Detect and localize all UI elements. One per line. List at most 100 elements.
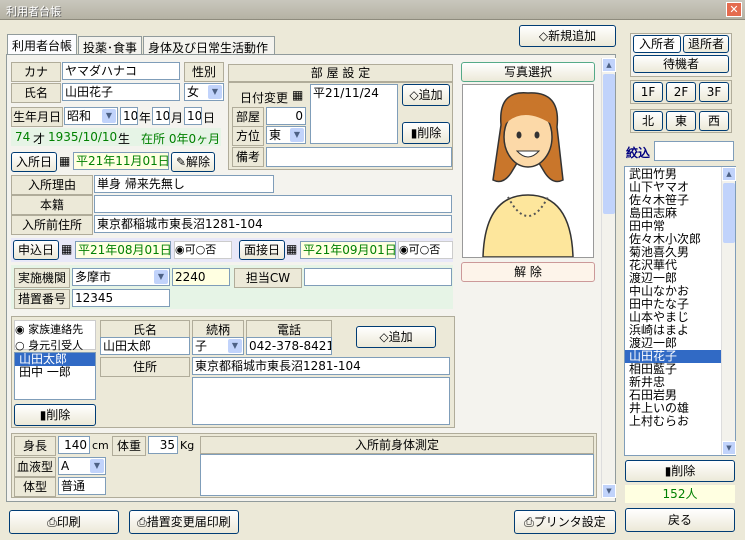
cw-field[interactable] (304, 268, 452, 286)
contact-list[interactable]: 山田太郎 田中 一郎 (14, 352, 96, 400)
birth-month-field[interactable]: 10 (152, 107, 170, 125)
blood-type-select[interactable]: A (58, 457, 106, 475)
admission-release-button[interactable]: ✎解除 (171, 152, 215, 172)
resident-item[interactable]: 菊池喜久男 (625, 246, 721, 259)
resident-item[interactable]: 山本やまじ (625, 311, 721, 324)
interview-date-button[interactable]: 面接日 (239, 240, 285, 260)
contact-tel-field[interactable]: 042-378-8421 (246, 337, 332, 355)
direction-select[interactable]: 東 (266, 126, 306, 144)
kana-field[interactable]: ヤマダハナコ (62, 62, 180, 80)
application-result[interactable]: ◉可○否 (174, 241, 232, 259)
calendar-icon[interactable]: ▦ (292, 88, 303, 102)
measure-number-field[interactable]: 12345 (72, 289, 170, 307)
resident-item[interactable]: 相田藍子 (625, 363, 721, 376)
main-scrollbar[interactable]: ▲ ▼ (601, 58, 616, 498)
application-date-button[interactable]: 申込日 (13, 240, 59, 260)
sex-select[interactable]: 女 (184, 83, 224, 101)
radio-guarantor[interactable]: ○ 身元引受人 (15, 337, 95, 353)
resident-item[interactable]: 佐々木笹子 (625, 194, 721, 207)
floor-2f-button[interactable]: 2F (666, 82, 696, 102)
filter-input[interactable] (654, 141, 734, 161)
photo-select-button[interactable]: 写真選択 (461, 62, 595, 82)
room-history-item[interactable]: 平21/11/24 (313, 85, 395, 101)
contact-address-field[interactable]: 東京都稲城市東長沼1281-104 (192, 357, 450, 375)
name-field[interactable]: 山田花子 (62, 83, 180, 101)
resident-item[interactable]: 石田岩男 (625, 389, 721, 402)
radio-selected[interactable]: ◉ (399, 243, 409, 256)
contact-relation-select[interactable]: 子 (192, 337, 244, 355)
scroll-thumb[interactable] (603, 74, 615, 214)
tab-medication[interactable]: 投薬･食事 (78, 36, 142, 56)
tab-daily-living[interactable]: 身体及び日常生活動作 (143, 36, 275, 56)
scroll-thumb[interactable] (723, 183, 735, 243)
body-type-field[interactable]: 普通 (58, 477, 106, 495)
contact-delete-button[interactable]: ▮削除 (14, 404, 96, 426)
resident-list[interactable]: 武田竹男 山下ヤマオ 佐々木笹子 島田志麻 田中常 佐々木小次郎 菊池喜久男 花沢華代 渡辺一郎… (624, 166, 736, 456)
photo-release-button[interactable]: 解 除 (461, 262, 595, 282)
floor-1f-button[interactable]: 1F (633, 82, 663, 102)
interview-date-field[interactable]: 平21年09月01日 (300, 241, 396, 259)
resident-delete-button[interactable]: ▮削除 (625, 460, 735, 482)
resident-item[interactable]: 田中たな子 (625, 298, 721, 311)
resident-item[interactable]: 浜崎はまよ (625, 324, 721, 337)
resident-item[interactable]: 中山なかお (625, 285, 721, 298)
agency-select[interactable]: 多摩市 (72, 268, 170, 286)
resident-item[interactable]: 上村むらお (625, 415, 721, 428)
floor-3f-button[interactable]: 3F (699, 82, 729, 102)
printer-settings-button[interactable]: ⎙プリンタ設定 (514, 510, 616, 534)
room-delete-button[interactable]: ▮削除 (402, 122, 450, 144)
calendar-icon[interactable]: ▦ (59, 154, 70, 168)
resident-item[interactable]: 島田志麻 (625, 207, 721, 220)
resident-item[interactable]: 新井忠 (625, 376, 721, 389)
application-date-field[interactable]: 平21年08月01日 (75, 241, 171, 259)
calendar-icon[interactable]: ▦ (61, 242, 72, 256)
resident-item[interactable]: 佐々木小次郎 (625, 233, 721, 246)
measure-print-button[interactable]: ⎙措置変更届印刷 (129, 510, 239, 534)
status-resident-button[interactable]: 入所者 (633, 35, 681, 53)
remarks-field[interactable] (266, 147, 452, 167)
era-select[interactable]: 昭和 (64, 107, 118, 125)
pre-admission-measure-field[interactable] (200, 454, 594, 496)
contact-item[interactable]: 山田太郎 (15, 353, 95, 366)
contact-item[interactable]: 田中 一郎 (15, 366, 95, 379)
status-discharged-button[interactable]: 退所者 (683, 35, 729, 53)
birth-day-field[interactable]: 10 (184, 107, 202, 125)
prev-address-field[interactable]: 東京都稲城市東長沼1281-104 (94, 215, 452, 233)
room-history-list[interactable]: 平21/11/24 (310, 84, 398, 144)
honseki-field[interactable] (94, 195, 452, 213)
close-button[interactable]: ✕ (726, 2, 742, 17)
new-add-button[interactable]: ◇新規追加 (519, 25, 616, 47)
agency-code-field[interactable]: 2240 (172, 268, 230, 286)
contact-address-extra[interactable] (192, 377, 450, 425)
birth-year-field[interactable]: 10 (120, 107, 138, 125)
interview-result[interactable]: ◉可○否 (398, 241, 453, 259)
tab-register[interactable]: 利用者台帳 (7, 34, 77, 56)
resident-item[interactable]: 渡辺一郎 (625, 337, 721, 350)
resident-item[interactable]: 花沢華代 (625, 259, 721, 272)
direction-west-button[interactable]: 西 (699, 111, 729, 131)
admission-date-field[interactable]: 平21年11月01日 (73, 152, 169, 170)
calendar-icon[interactable]: ▦ (286, 242, 297, 256)
resident-item[interactable]: 山下ヤマオ (625, 181, 721, 194)
back-button[interactable]: 戻る (625, 508, 735, 532)
resident-item[interactable]: 渡辺一郎 (625, 272, 721, 285)
radio-selected[interactable]: ◉ (175, 243, 185, 256)
reason-field[interactable]: 単身 帰来先無し (94, 175, 274, 193)
room-add-button[interactable]: ◇追加 (402, 84, 450, 106)
print-button[interactable]: ⎙印刷 (9, 510, 119, 534)
resident-item[interactable]: 山田花子 (625, 350, 721, 363)
height-field[interactable]: 140 (58, 436, 90, 454)
radio-family-contact[interactable]: ◉ 家族連絡先 (15, 321, 95, 337)
status-waiting-button[interactable]: 待機者 (633, 55, 729, 73)
resident-item[interactable]: 武田竹男 (625, 168, 721, 181)
weight-field[interactable]: 35 (148, 436, 178, 454)
contact-name-field[interactable]: 山田太郎 (100, 337, 190, 355)
resident-item[interactable]: 田中常 (625, 220, 721, 233)
resident-item[interactable]: 井上いの雄 (625, 402, 721, 415)
direction-north-button[interactable]: 北 (633, 111, 663, 131)
resident-list-scrollbar[interactable]: ▲ ▼ (721, 167, 736, 455)
room-field[interactable]: 0 (266, 107, 306, 125)
direction-east-button[interactable]: 東 (666, 111, 696, 131)
contact-add-button[interactable]: ◇追加 (356, 326, 436, 348)
admission-date-button[interactable]: 入所日 (11, 152, 57, 172)
